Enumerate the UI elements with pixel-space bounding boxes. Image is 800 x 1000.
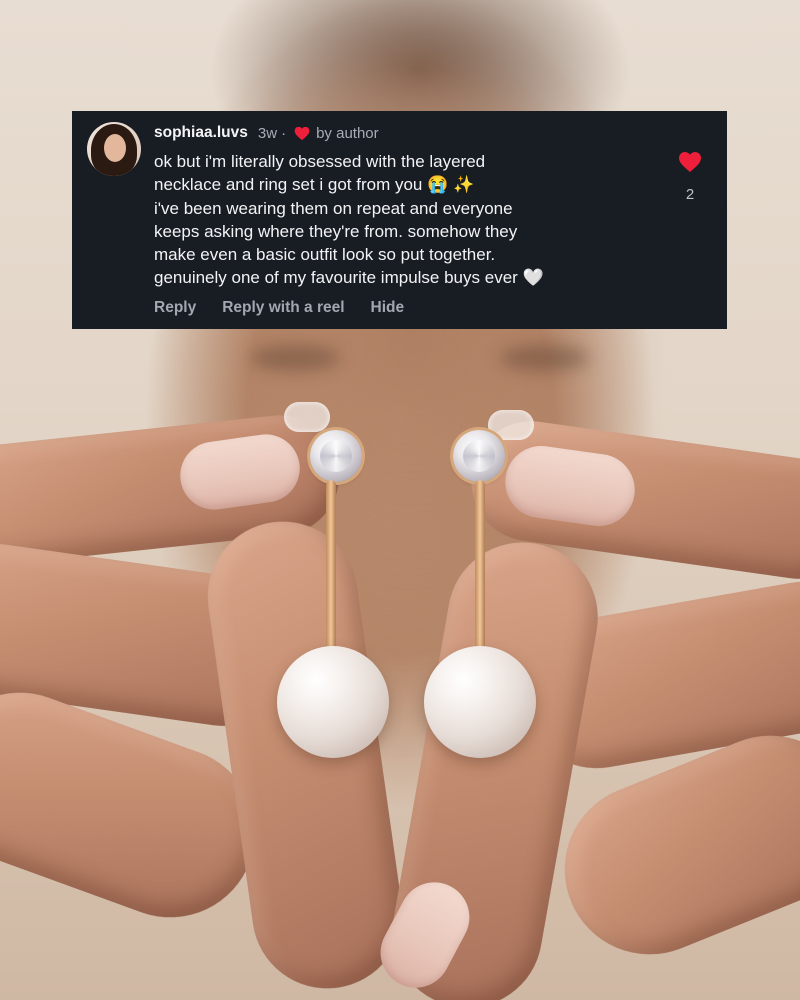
- gold-bar-right: [475, 480, 485, 650]
- reply-button[interactable]: Reply: [154, 299, 196, 317]
- blurred-eye-right: [500, 345, 590, 371]
- comment-card: sophiaa.luvs 3w · by author ok but i'm l…: [72, 111, 727, 329]
- username[interactable]: sophiaa.luvs: [154, 124, 248, 142]
- liked-by-author: by author: [316, 124, 379, 142]
- comment-meta: sophiaa.luvs 3w · by author: [154, 123, 379, 143]
- comment-time: 3w: [257, 124, 278, 142]
- earring-back-left: [284, 402, 330, 432]
- comment-line: keeps asking where they're from. somehow…: [154, 221, 518, 241]
- blurred-eye-left: [250, 345, 340, 371]
- reply-with-reel-button[interactable]: Reply with a reel: [222, 299, 344, 317]
- comment-line: genuinely one of my favourite impulse bu…: [154, 268, 544, 288]
- comment-line: i've been wearing them on repeat and eve…: [154, 198, 513, 218]
- meta-separator: ·: [281, 124, 287, 142]
- diamond-left: [310, 430, 362, 482]
- comment-text: ok but i'm literally obsessed with the l…: [154, 150, 674, 290]
- comment-line: necklace and ring set i got from you 😭 ✨: [154, 175, 475, 195]
- gold-bar-left: [326, 480, 336, 650]
- comment-actions: Reply Reply with a reel Hide: [154, 299, 404, 317]
- comment-line: ok but i'm literally obsessed with the l…: [154, 152, 486, 171]
- pearl-left: [277, 646, 389, 758]
- diamond-right: [453, 430, 505, 482]
- comment-line: make even a basic outfit look so put tog…: [154, 245, 496, 265]
- like-heart-icon[interactable]: [678, 151, 702, 173]
- hide-button[interactable]: Hide: [371, 299, 405, 317]
- pearl-right: [424, 646, 536, 758]
- avatar[interactable]: [87, 122, 141, 176]
- heart-icon: [294, 126, 310, 140]
- like-count: 2: [685, 186, 695, 203]
